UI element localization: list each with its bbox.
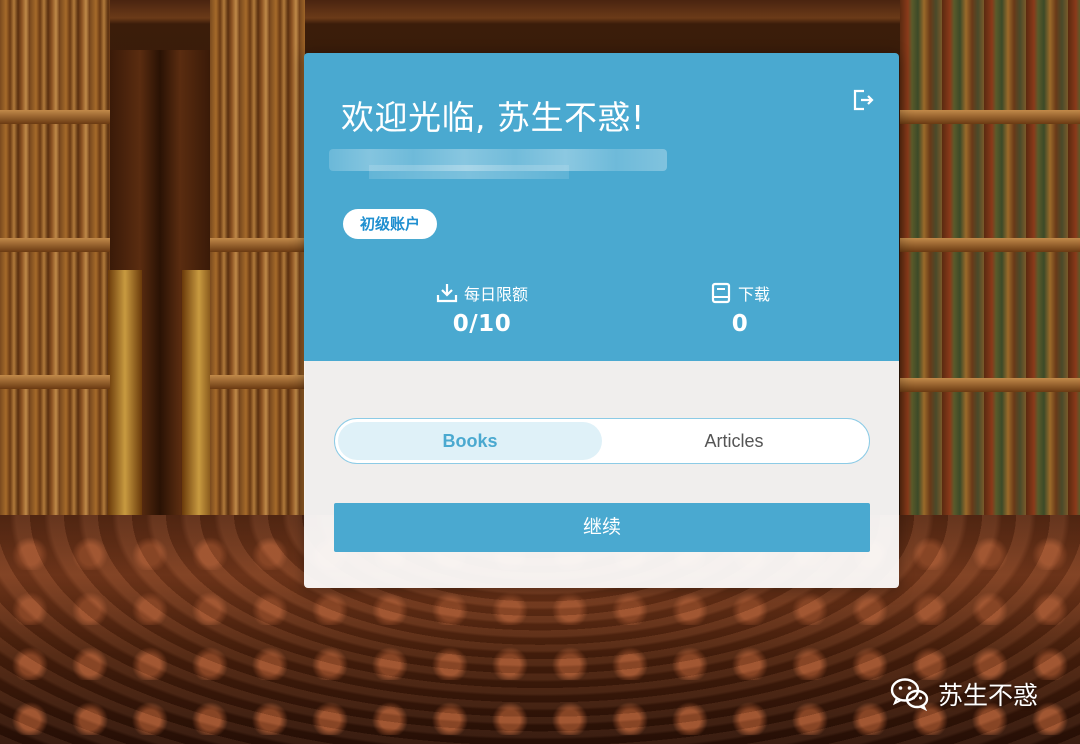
download-icon: [436, 282, 458, 304]
tab-books[interactable]: Books: [338, 422, 602, 460]
downloads-value: 0: [731, 311, 749, 337]
account-dialog: 欢迎光临, 苏生不惑! 初级账户 每日限额 0/10 下载 0 Books Ar…: [304, 53, 899, 588]
downloads-label: 下载: [737, 285, 770, 304]
shelf-plank: [900, 238, 1080, 252]
shelf-plank: [0, 110, 110, 124]
shelf-plank: [210, 375, 305, 389]
logout-icon[interactable]: [852, 89, 874, 111]
shelf-plank: [900, 110, 1080, 124]
shelf-plank: [210, 238, 305, 252]
masked-email: [329, 149, 667, 179]
daily-quota-label: 每日限额: [463, 285, 528, 304]
right-bookshelf: [900, 0, 1080, 530]
dialog-header: 欢迎光临, 苏生不惑! 初级账户 每日限额 0/10 下载 0: [304, 53, 899, 361]
watermark: 苏生不惑: [890, 676, 1038, 712]
left-bookshelf: [0, 0, 110, 530]
shelf-plank: [0, 375, 110, 389]
watermark-text: 苏生不惑: [938, 681, 1039, 710]
welcome-title: 欢迎光临, 苏生不惑!: [341, 98, 645, 137]
shelf-plank: [0, 238, 110, 252]
downloads-stat: 下载 0: [650, 281, 830, 337]
content-type-tabs: Books Articles: [334, 418, 870, 464]
ornate-pillar-left: [108, 270, 142, 520]
book-icon: [710, 282, 732, 304]
tab-articles[interactable]: Articles: [602, 422, 866, 460]
daily-quota-stat: 每日限额 0/10: [392, 281, 572, 337]
account-level-badge: 初级账户: [343, 209, 438, 239]
continue-button[interactable]: 继续: [334, 503, 870, 552]
wechat-icon: [890, 677, 930, 712]
middle-bookshelf: [210, 0, 305, 530]
shelf-plank: [900, 378, 1080, 392]
daily-quota-value: 0/10: [452, 311, 512, 337]
dialog-body: Books Articles 继续: [304, 361, 899, 588]
